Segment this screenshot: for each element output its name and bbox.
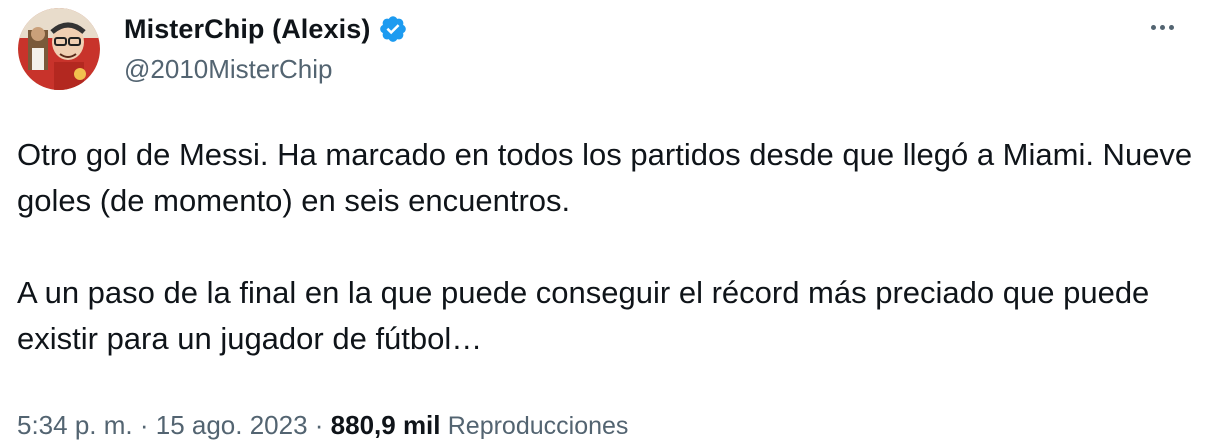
more-options-dot <box>1168 24 1174 30</box>
tweet-body: Otro gol de Messi. Ha marcado en todos l… <box>17 132 1197 362</box>
tweet-paragraph-1: Otro gol de Messi. Ha marcado en todos l… <box>17 137 1193 218</box>
author-handle[interactable]: @2010MisterChip <box>124 54 332 85</box>
tweet-card: MisterChip (Alexis) @2010MisterChip Otro… <box>0 0 1224 448</box>
tweet-time[interactable]: 5:34 p. m. <box>17 410 133 440</box>
meta-separator: · <box>132 410 156 440</box>
meta-separator: · <box>307 410 331 440</box>
views-label[interactable]: Reproducciones <box>448 412 629 440</box>
cartoon-avatar-icon <box>18 8 100 90</box>
tweet-date[interactable]: 15 ago. 2023 <box>156 410 308 440</box>
views-count[interactable]: 880,9 mil <box>331 410 441 440</box>
more-options-icon <box>1150 24 1156 30</box>
author-display-name[interactable]: MisterChip (Alexis) <box>124 14 370 45</box>
verified-badge-icon <box>380 16 407 42</box>
more-options-dot <box>1159 24 1165 30</box>
tweet-paragraph-2: A un paso de la final en la que puede co… <box>17 275 1150 356</box>
tweet-meta: 5:34 p. m. · 15 ago. 2023 · 880,9 mil Re… <box>17 410 628 441</box>
author-name-row: MisterChip (Alexis) <box>124 12 408 46</box>
more-options-button[interactable] <box>1140 12 1184 42</box>
author-avatar[interactable] <box>18 8 100 90</box>
